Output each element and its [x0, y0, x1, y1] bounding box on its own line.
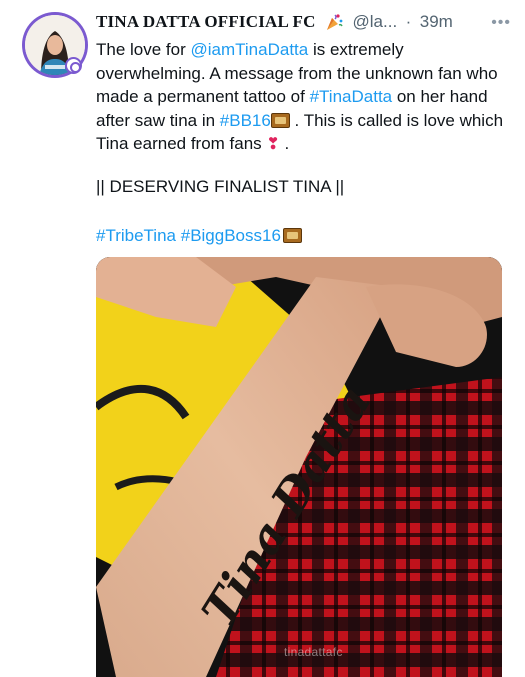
tattoo-photo-illustration: Tina Datta — [96, 257, 502, 677]
mention-link[interactable]: @iamTinaDatta — [191, 40, 309, 59]
dot-separator: · — [405, 12, 412, 31]
tweet-card[interactable]: TINA DATTA OFFICIAL FC @la... · 39m ••• … — [0, 0, 525, 677]
display-name[interactable]: TINA DATTA OFFICIAL FC — [96, 12, 316, 31]
hashtag-link[interactable]: #BiggBoss16 — [181, 226, 281, 245]
hashtag-link[interactable]: #TribeTina — [96, 226, 176, 245]
tweet-media-photo[interactable]: Tina Datta tinadattafc — [96, 257, 502, 677]
bigg-boss-emoji-icon — [270, 112, 290, 128]
tweet-tagline: || DESERVING FINALIST TINA || — [96, 177, 345, 196]
hashtag-link[interactable]: #BB16 — [220, 111, 271, 130]
timestamp[interactable]: 39m — [420, 12, 453, 31]
photo-watermark: tinadattafc — [284, 645, 343, 659]
text-part: . — [279, 134, 290, 153]
more-horizontal-icon[interactable]: ••• — [491, 14, 511, 32]
bigg-boss-emoji-icon — [282, 228, 302, 243]
hashtag-row: #TribeTina #BiggBoss16 — [96, 226, 302, 246]
hashtag-link[interactable]: #TinaDatta — [310, 87, 393, 106]
text-part: The love for — [96, 40, 191, 59]
heart-exclamation-icon: ❣ — [266, 136, 280, 153]
tweet-header: TINA DATTA OFFICIAL FC @la... · 39m ••• — [96, 12, 511, 36]
handle[interactable]: @la... — [353, 12, 398, 31]
celebration-emoji-icon — [327, 14, 343, 30]
community-badge-icon — [65, 57, 82, 74]
tweet-text: The love for @iamTinaDatta is extremely … — [96, 38, 511, 157]
